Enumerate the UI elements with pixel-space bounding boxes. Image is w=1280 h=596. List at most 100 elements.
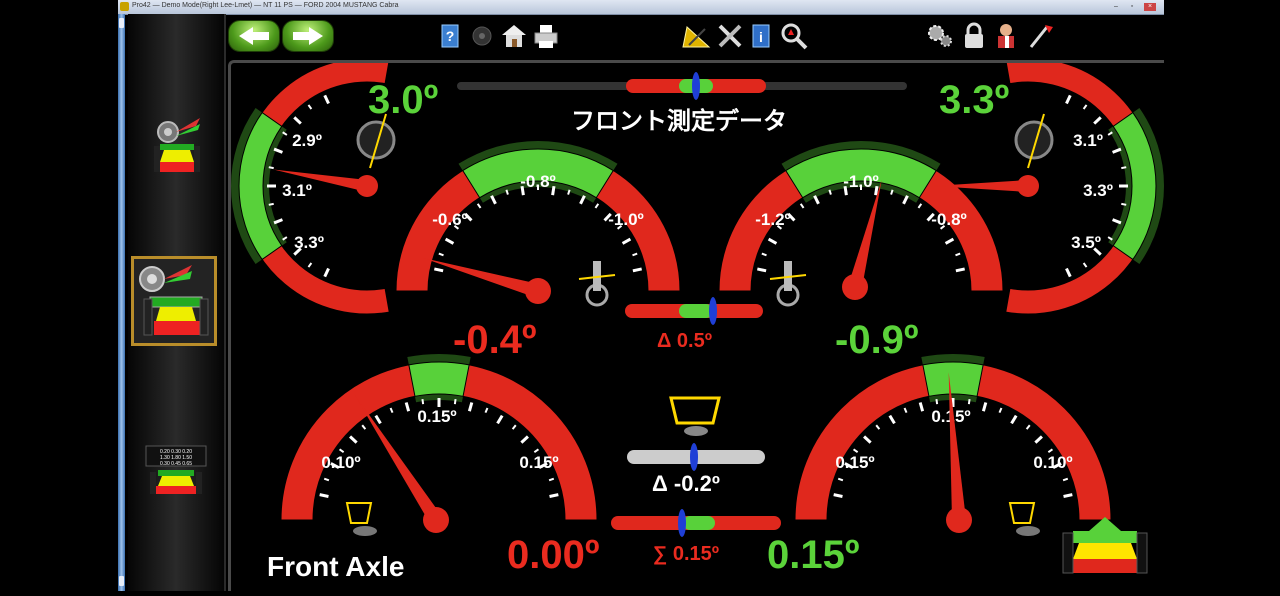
measure-button[interactable] (680, 20, 712, 52)
left-caster-tick-label: 2.9º (292, 131, 322, 150)
camber-cross-green-zone (679, 304, 713, 318)
sidebar-item-summary[interactable]: 0.20 0.30 0.20 1.30 1.80 1.50 0.30 0.45 … (136, 432, 216, 516)
left-camber-tick-label: -0.6º (432, 210, 468, 229)
left-camber-tick (434, 267, 444, 273)
scroll-edge[interactable] (118, 14, 125, 591)
minimize-button[interactable]: – (1110, 3, 1122, 11)
left-toe-tick (421, 398, 425, 405)
app-icon (120, 2, 129, 11)
adjust-button[interactable] (714, 20, 746, 52)
total-toe-value: ∑ 0.15º (653, 543, 720, 565)
back-button[interactable] (228, 20, 280, 52)
right-toe-tick (833, 493, 843, 498)
help-book-icon: ? (441, 24, 459, 48)
home-button[interactable] (498, 20, 530, 52)
maximize-button[interactable]: ▫ (1126, 3, 1138, 11)
caster-cross-marker (692, 72, 700, 100)
right-camber-tick (902, 195, 909, 205)
printer-icon (534, 25, 558, 48)
close-button[interactable]: × (1144, 3, 1156, 11)
gears-icon (928, 25, 952, 47)
right-camber-tick (813, 195, 820, 205)
left-caster-tick-label: 3.1º (282, 181, 312, 200)
help-button[interactable]: ? (434, 20, 466, 52)
right-caster-tick-label: 3.1º (1073, 131, 1103, 150)
right-camber-tick (799, 203, 805, 209)
left-camber-tick-label: -1.0º (608, 210, 644, 229)
left-camber-tick-label: -0.8º (520, 172, 556, 191)
left-toe-tick (389, 407, 394, 414)
svg-text:?: ? (446, 28, 455, 44)
alignment-app-window: Pro42 — Demo Mode(Right Lee-Lmet) — NT 1… (118, 0, 1164, 591)
info-button[interactable]: i (746, 20, 778, 52)
film-button[interactable] (466, 20, 498, 52)
car-icon-body (1073, 543, 1137, 559)
lock-button[interactable] (958, 20, 990, 52)
right-toe-needle-hub (946, 507, 972, 533)
exit-button[interactable] (1024, 20, 1056, 52)
right-caster-tick (1082, 262, 1088, 268)
left-toe-tick (511, 424, 517, 430)
left-caster-tick (273, 147, 283, 154)
cross-camber-value: Δ 0.5º (657, 330, 713, 352)
scroll-down-arrow[interactable] (119, 576, 124, 586)
left-caster-tick (273, 218, 283, 225)
print-button[interactable] (530, 20, 562, 52)
gauges-canvas: -0.6º -0.8º -1.0º -1.2º -1.0º -0.8º 2.9º 3.1º 3.… (230, 57, 1164, 574)
user-button[interactable] (990, 20, 1022, 52)
forward-button[interactable] (282, 20, 334, 52)
right-toe-tick-label: 0.15º (835, 453, 874, 472)
right-toe-tick (903, 407, 908, 414)
left-camber-tick (567, 189, 571, 195)
sidebar-item-caster-camber[interactable] (136, 104, 216, 188)
right-camber-tick (828, 189, 832, 195)
right-camber-tick-label: -0.8º (931, 210, 967, 229)
left-camber-tick (621, 237, 632, 245)
right-toe-tick (888, 414, 896, 425)
settings-button[interactable] (924, 20, 956, 52)
right-toe-tick (875, 424, 881, 430)
right-caster-tick-label: 3.3º (1083, 181, 1113, 200)
window-title: Pro42 — Demo Mode(Right Lee-Lmet) — NT 1… (132, 2, 399, 9)
left-toe-tick (349, 435, 358, 444)
right-caster-value: 3.3º (939, 78, 1010, 122)
view-sidebar: 0.20 0.30 0.20 1.30 1.80 1.50 0.30 0.45 … (128, 14, 226, 591)
right-toe-tick (863, 435, 872, 444)
protractor-icon (682, 26, 711, 48)
right-camber-tick (767, 237, 778, 245)
right-caster-tick (1112, 218, 1122, 225)
technician-icon (998, 24, 1014, 48)
left-toe-tick (323, 477, 330, 482)
left-toe-icon-wheel (353, 526, 377, 536)
scroll-up-arrow[interactable] (119, 18, 124, 28)
car-icon-right-tire (1136, 532, 1148, 574)
left-camber-tick (444, 237, 455, 245)
left-caster-tick (268, 166, 274, 170)
left-toe-tick (453, 398, 457, 405)
main-toolbar: ? i (228, 14, 1164, 60)
summary-table-view-icon: 0.20 0.30 0.20 1.30 1.80 1.50 0.30 0.45 … (145, 445, 207, 494)
right-toe-tick (1034, 435, 1043, 444)
magnifier-icon (781, 23, 808, 50)
right-camber-tick (761, 252, 767, 257)
left-caster-tick (323, 94, 330, 105)
wrench-screwdriver-icon (718, 24, 742, 48)
left-toe-tick (549, 493, 559, 498)
section-label: Front Axle (267, 551, 405, 582)
car-icon (1073, 531, 1137, 543)
setback-axle-icon (669, 396, 721, 425)
sidebar-item-front-axle[interactable] (131, 256, 217, 346)
left-toe-icon (345, 502, 373, 524)
zoom-button[interactable] (778, 20, 810, 52)
right-camber-tick (955, 267, 965, 273)
right-toe-tick (1062, 477, 1069, 482)
right-caster-tick (1065, 267, 1072, 278)
front-axle-view-icon (139, 265, 209, 336)
right-camber-tick (955, 252, 961, 257)
left-camber-tick (594, 203, 600, 209)
right-camber-tick-label: -1.0º (843, 172, 879, 191)
left-toe-green-arc (408, 361, 470, 397)
left-toe-needle-hub (423, 507, 449, 533)
left-toe-tick (520, 435, 529, 444)
forward-arrow-icon (293, 27, 323, 45)
